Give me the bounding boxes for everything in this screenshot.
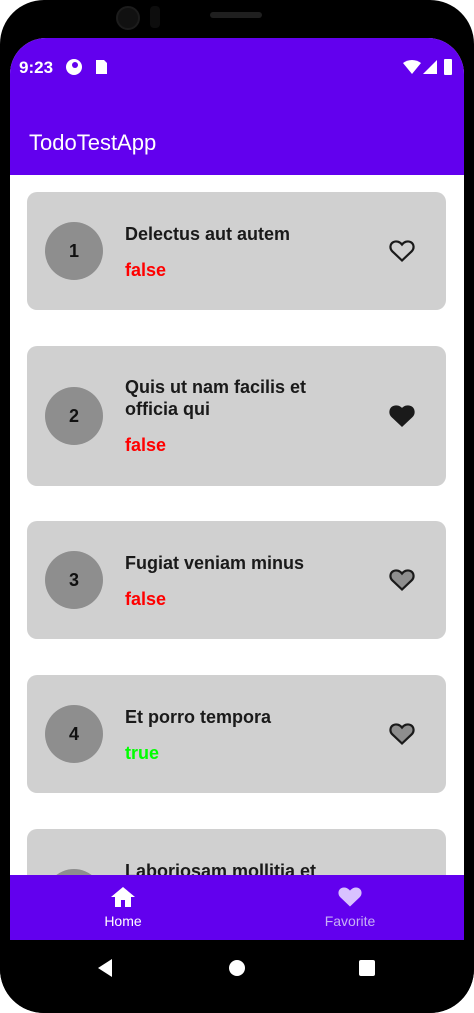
system-navigation-bar — [0, 940, 474, 1013]
todo-status: false — [125, 589, 167, 609]
todo-id-avatar: 1 — [45, 222, 103, 280]
heart-filled-icon[interactable] — [389, 404, 415, 428]
heart-icon — [338, 887, 362, 907]
todo-status: false — [125, 435, 167, 455]
todo-title: Et porro tempora — [125, 707, 272, 727]
phone-frame: 9:23 TodoTestApp 1 Delectus aut autem fa… — [0, 0, 474, 1013]
bottom-navigation: Home Favorite — [10, 875, 464, 940]
back-icon[interactable] — [96, 958, 114, 978]
todo-title: Laboriosam mollitia et — [125, 861, 317, 875]
todo-card[interactable]: 5 Laboriosam mollitia et — [27, 829, 446, 875]
todo-title: Fugiat veniam minus — [125, 553, 305, 573]
wifi-icon — [403, 60, 421, 74]
todo-card[interactable]: 4 Et porro tempora true — [27, 675, 446, 793]
todo-status: true — [125, 743, 160, 763]
todo-card[interactable]: 2 Quis ut nam facilis et officia qui fal… — [27, 346, 446, 486]
signal-icon — [423, 60, 437, 74]
sensor — [150, 6, 160, 28]
todo-card[interactable]: 1 Delectus aut autem false — [27, 192, 446, 310]
todo-id-avatar: 3 — [45, 551, 103, 609]
heart-outline-icon[interactable] — [389, 722, 415, 746]
todo-id-avatar: 4 — [45, 705, 103, 763]
todo-card[interactable]: 3 Fugiat veniam minus false — [27, 521, 446, 639]
recents-icon[interactable] — [359, 960, 375, 976]
heart-outline-icon[interactable] — [389, 239, 415, 263]
earpiece-speaker — [210, 12, 262, 18]
todo-list[interactable]: 1 Delectus aut autem false 2 Quis ut nam… — [10, 175, 464, 875]
status-time: 9:23 — [19, 58, 54, 77]
top-app-bar: 9:23 TodoTestApp — [10, 38, 464, 175]
todo-title: Quis ut nam facilis et officia qui — [125, 377, 307, 419]
app-title: TodoTestApp — [29, 130, 157, 155]
todo-title: Delectus aut autem — [125, 224, 291, 244]
nav-home-label: Home — [104, 913, 142, 929]
app-screen: 9:23 TodoTestApp 1 Delectus aut autem fa… — [10, 38, 464, 940]
battery-icon — [444, 59, 452, 75]
nav-favorite[interactable]: Favorite — [270, 875, 430, 940]
sd-card-icon — [96, 60, 107, 74]
assistant-status-icon — [66, 59, 82, 75]
nav-home[interactable]: Home — [43, 875, 203, 940]
home-icon — [111, 887, 135, 907]
front-camera — [116, 6, 140, 30]
home-button-icon[interactable] — [229, 960, 245, 976]
todo-status: false — [125, 260, 167, 280]
todo-id-avatar: 2 — [45, 387, 103, 445]
nav-favorite-label: Favorite — [324, 913, 376, 929]
heart-outline-icon[interactable] — [389, 568, 415, 592]
